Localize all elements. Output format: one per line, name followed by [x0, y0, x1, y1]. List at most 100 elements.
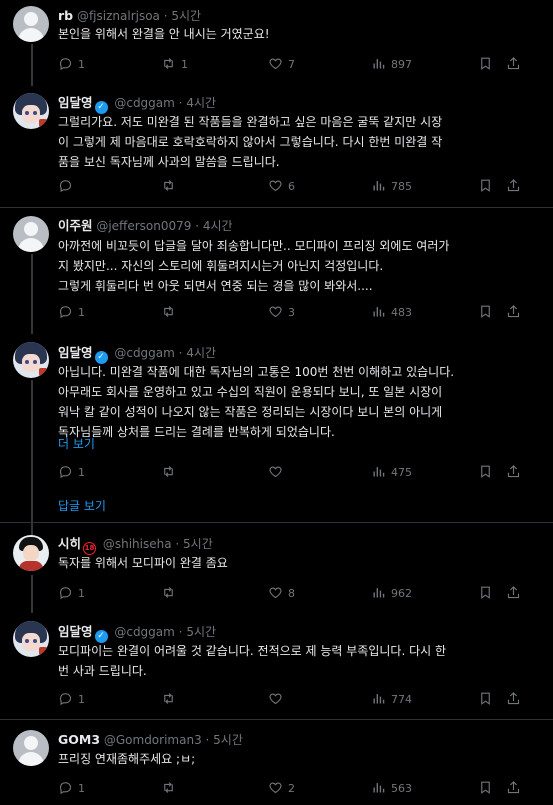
tweet[interactable]: 임달영 ✓ @cdggam · 4시간 그럴리가요. 저도 미완결 된 작품들을 …: [0, 86, 553, 206]
tweet-header: 시히 18 @shihiseha · 5시간: [58, 535, 213, 555]
tweet[interactable]: 이주원 @jefferson0079 · 4시간 아까전에 비꼬듯이 답글을 달…: [0, 208, 553, 334]
reply-button[interactable]: [58, 178, 78, 196]
views-icon: [373, 588, 385, 598]
retweet-button[interactable]: [161, 464, 181, 482]
share-button[interactable]: [506, 691, 526, 709]
like-button[interactable]: 3: [268, 304, 295, 322]
author-handle[interactable]: @cdggam: [114, 625, 175, 639]
views-button[interactable]: 962: [371, 585, 412, 603]
show-replies-link[interactable]: 답글 보기: [58, 497, 106, 515]
share-button[interactable]: [506, 56, 526, 74]
author-name[interactable]: 시히: [58, 536, 81, 551]
timestamp[interactable]: 5시간: [171, 9, 201, 23]
author-name[interactable]: 임달영: [58, 345, 93, 360]
share-button[interactable]: [506, 304, 526, 322]
author-handle[interactable]: @fjsiznalrjsoa: [77, 9, 160, 23]
bookmark-button[interactable]: [478, 691, 498, 709]
avatar[interactable]: [13, 93, 49, 129]
reply-button[interactable]: 1: [58, 56, 85, 74]
retweet-button[interactable]: [161, 780, 181, 798]
author-handle[interactable]: @jefferson0079: [96, 219, 191, 233]
reply-button[interactable]: 1: [58, 691, 85, 709]
retweet-button[interactable]: 1: [161, 56, 188, 74]
action-bar: 1 2 563: [58, 780, 528, 798]
retweet-button[interactable]: [161, 304, 181, 322]
timestamp[interactable]: 4시간: [203, 219, 233, 233]
bookmark-icon: [481, 781, 490, 794]
views-count: 962: [391, 587, 412, 600]
views-button[interactable]: 897: [371, 56, 412, 74]
timestamp[interactable]: 4시간: [186, 96, 216, 110]
bookmark-button[interactable]: [478, 780, 498, 798]
tweet[interactable]: GOM3 @Gomdoriman3 · 5시간 프리징 연재좀해주세요 ;ㅂ; …: [0, 720, 553, 805]
avatar[interactable]: [13, 535, 49, 571]
thread-line: [31, 575, 33, 613]
retweet-icon: [164, 58, 173, 69]
timestamp[interactable]: 4시간: [186, 346, 216, 360]
avatar[interactable]: [13, 216, 49, 252]
show-more-link[interactable]: 더 보기: [58, 435, 95, 453]
bookmark-button[interactable]: [478, 304, 498, 322]
avatar[interactable]: [13, 730, 49, 766]
views-button[interactable]: 475: [371, 464, 412, 482]
like-button[interactable]: 2: [268, 780, 295, 798]
timestamp[interactable]: 5시간: [186, 625, 216, 639]
tweet[interactable]: rb @fjsiznalrjsoa · 5시간 본인을 위해서 완결을 안 내시…: [0, 0, 553, 86]
share-button[interactable]: [506, 464, 526, 482]
like-button[interactable]: [268, 464, 288, 482]
views-icon: [373, 307, 385, 317]
bookmark-button[interactable]: [478, 56, 498, 74]
avatar[interactable]: [13, 621, 49, 657]
bookmark-button[interactable]: [478, 464, 498, 482]
reply-button[interactable]: 1: [58, 585, 85, 603]
reply-button[interactable]: 1: [58, 464, 85, 482]
author-handle[interactable]: @cdggam: [114, 96, 175, 110]
timestamp[interactable]: 5시간: [183, 537, 213, 551]
author-handle[interactable]: @Gomdoriman3: [104, 733, 202, 747]
views-button[interactable]: 774: [371, 691, 412, 709]
bookmark-button[interactable]: [478, 178, 498, 196]
like-count: 3: [288, 306, 295, 319]
author-name[interactable]: 임달영: [58, 624, 93, 639]
author-name[interactable]: 임달영: [58, 95, 93, 110]
tweet-header: rb @fjsiznalrjsoa · 5시간: [58, 8, 202, 23]
share-button[interactable]: [506, 585, 526, 603]
reply-count: 1: [78, 466, 85, 479]
views-button[interactable]: 785: [371, 178, 412, 196]
author-name[interactable]: rb: [58, 8, 73, 23]
share-button[interactable]: [506, 178, 526, 196]
retweet-button[interactable]: [161, 178, 181, 196]
action-bar: 1 1 7 897: [58, 56, 528, 74]
reply-button[interactable]: 1: [58, 304, 85, 322]
views-button[interactable]: 483: [371, 304, 412, 322]
retweet-icon: [164, 306, 173, 317]
timestamp[interactable]: 5시간: [213, 733, 243, 747]
bookmark-button[interactable]: [478, 585, 498, 603]
author-name[interactable]: GOM3: [58, 732, 100, 747]
like-button[interactable]: 6: [268, 178, 295, 196]
retweet-count: 1: [181, 58, 188, 71]
tweet[interactable]: 임달영 ✓ @cdggam · 5시간 모디파이는 완결이 어려울 것 같습니다.…: [0, 613, 553, 719]
action-bar: 6 785: [58, 178, 528, 196]
like-button[interactable]: [268, 691, 288, 709]
avatar[interactable]: [13, 6, 49, 42]
retweet-button[interactable]: [161, 585, 181, 603]
retweet-button[interactable]: [161, 691, 181, 709]
like-button[interactable]: 8: [268, 585, 295, 603]
views-count: 563: [391, 782, 412, 795]
reply-count: 1: [78, 782, 85, 795]
bookmark-icon: [481, 586, 490, 599]
share-button[interactable]: [506, 780, 526, 798]
author-name[interactable]: 이주원: [58, 218, 93, 233]
views-button[interactable]: 563: [371, 780, 412, 798]
author-handle[interactable]: @cdggam: [114, 346, 175, 360]
author-handle[interactable]: @shihiseha: [103, 537, 172, 551]
tweet[interactable]: 임달영 ✓ @cdggam · 4시간 아닙니다. 미완결 작품에 대한 독자님의…: [0, 334, 553, 552]
reply-button[interactable]: 1: [58, 780, 85, 798]
bookmark-icon: [481, 179, 490, 192]
tweet-text: 모디파이는 완결이 어려울 것 같습니다. 전적으로 제 능력 부족입니다. 다…: [58, 644, 447, 678]
action-bar: 1 774: [58, 691, 528, 709]
like-button[interactable]: 7: [268, 56, 295, 74]
avatar[interactable]: [13, 342, 49, 378]
tweet[interactable]: 시히 18 @shihiseha · 5시간 독자를 위해서 모디파이 완결 좀요…: [0, 523, 553, 613]
